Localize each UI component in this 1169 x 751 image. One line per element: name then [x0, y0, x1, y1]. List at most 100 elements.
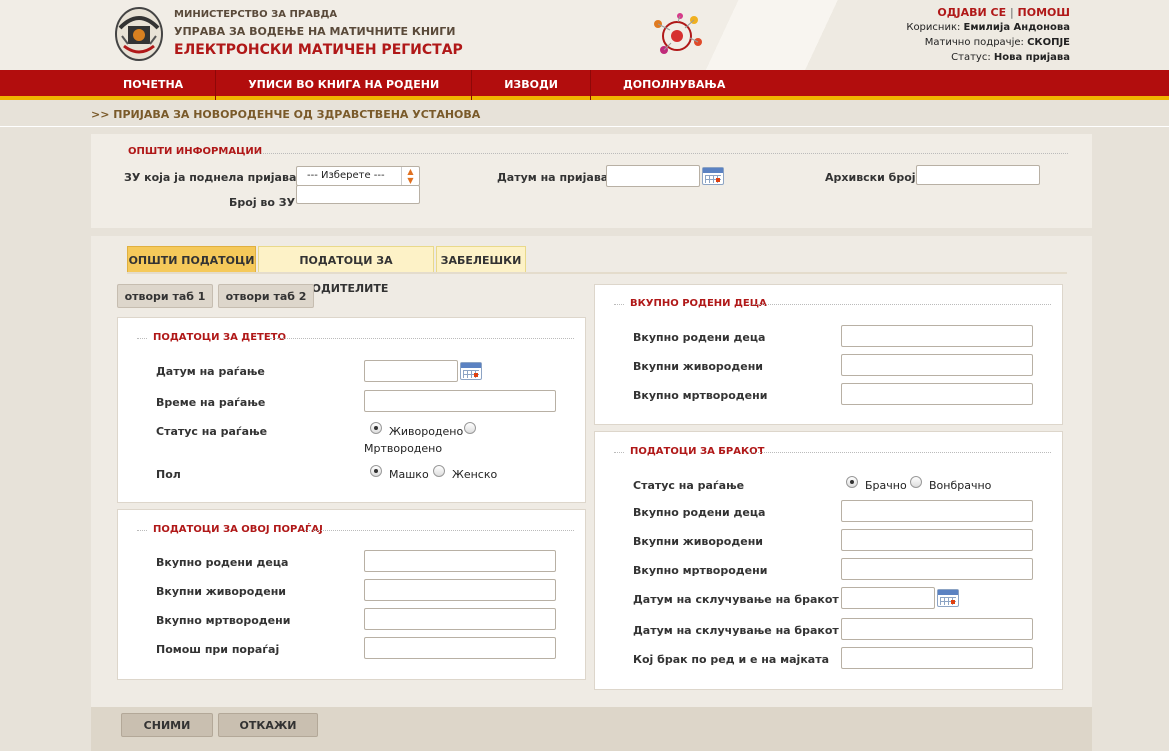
nav-item-extracts[interactable]: ИЗВОДИ [472, 70, 591, 100]
totals-dead-label: Вкупно мртвородени [633, 389, 768, 402]
user-info: Корисник: Емилија Андонова [906, 22, 1070, 33]
totals-alive-label: Вкупни живородени [633, 360, 764, 373]
totals-alive-input[interactable] [841, 354, 1033, 376]
application-date-label: Датум на пријава [497, 171, 609, 184]
open-tab-2-button[interactable]: отвори таб 2 [218, 284, 314, 308]
marriage-legend: ПОДАТОЦИ ЗА БРАКОТ [630, 446, 765, 457]
marriage-dead-label: Вкупно мртвородени [633, 564, 768, 577]
select-arrows-icon: ▲ ▼ [401, 167, 419, 185]
delivery-data-legend: ПОДАТОЦИ ЗА ОВОЈ ПОРАЃАЈ [153, 524, 323, 535]
stillborn-label: Мртвородено [364, 442, 443, 455]
delivery-alive-input[interactable] [364, 579, 556, 601]
marriage-birth-status-label: Статус на раѓање [633, 479, 745, 492]
coat-of-arms-icon [115, 7, 163, 61]
delivery-legend-rule-left [137, 530, 147, 531]
marriage-total-input[interactable] [841, 500, 1033, 522]
general-info-rule [256, 153, 1068, 154]
stillborn-radio[interactable] [464, 422, 476, 434]
nav-item-home[interactable]: ПОЧЕТНА [91, 70, 217, 100]
save-button[interactable]: СНИМИ [121, 713, 213, 737]
application-date-input[interactable] [606, 165, 700, 187]
marriage-order-label: Кој брак по ред и е на мајката [633, 653, 830, 666]
delivery-dead-label: Вкупно мртвородени [156, 614, 291, 627]
breadcrumb-divider [0, 126, 1169, 127]
extramarital-label: Вонбрачно [929, 479, 992, 492]
delivery-total-input[interactable] [364, 550, 556, 572]
marriage-total-label: Вкупно родени деца [633, 506, 766, 519]
marriage-date-input[interactable] [841, 587, 935, 609]
logout-link[interactable]: ОДЈАВИ СЕ [937, 6, 1006, 19]
male-radio[interactable] [370, 465, 382, 477]
area-label: Матично подрачје: [924, 37, 1024, 48]
marriage-date2-label: Датум на склучување на бракот [633, 624, 839, 637]
tab-underline [127, 272, 1067, 274]
birth-date-label: Датум на раѓање [156, 365, 265, 378]
totals-total-input[interactable] [841, 325, 1033, 347]
marital-label: Брачно [865, 479, 907, 492]
marriage-legend-rule-right [748, 452, 1051, 453]
birth-time-input[interactable] [364, 390, 556, 412]
delivery-legend-rule-right [304, 530, 574, 531]
birth-status-label: Статус на раѓање [156, 425, 268, 438]
cancel-button[interactable]: ОТКАЖИ [218, 713, 318, 737]
female-radio[interactable] [433, 465, 445, 477]
male-label: Машко [389, 468, 429, 481]
marriage-date2-input[interactable] [841, 618, 1033, 640]
archive-number-label: Архивски број [825, 171, 916, 184]
marriage-legend-rule-left [614, 452, 624, 453]
open-tab-1-button[interactable]: отвори таб 1 [117, 284, 213, 308]
breadcrumb: >> ПРИЈАВА ЗА НОВОРОДЕНЧЕ ОД ЗДРАВСТВЕНА… [91, 108, 481, 121]
marriage-order-input[interactable] [841, 647, 1033, 669]
zu-label: ЗУ која ја поднела пријавата [124, 171, 311, 184]
child-legend-rule-left [137, 338, 147, 339]
calendar-icon[interactable] [702, 167, 724, 185]
status-value: Нова пријава [993, 52, 1070, 63]
sex-label: Пол [156, 468, 181, 481]
child-legend-rule-right [270, 338, 574, 339]
header-decoration [540, 0, 1169, 70]
marriage-date-label: Датум на склучување на бракот [633, 593, 839, 606]
delivery-help-input[interactable] [364, 637, 556, 659]
registry-emblem-icon [654, 13, 702, 54]
delivery-dead-input[interactable] [364, 608, 556, 630]
tab-general-data[interactable]: ОПШТИ ПОДАТОЦИ [127, 246, 256, 274]
calendar-icon[interactable] [937, 589, 959, 607]
delivery-alive-label: Вкупни живородени [156, 585, 287, 598]
delivery-help-label: Помош при пораѓај [156, 643, 280, 656]
zu-select[interactable]: --- Изберете --- ▲ ▼ [296, 166, 420, 186]
status-label: Статус: [951, 52, 991, 63]
alive-label: Живородено [389, 425, 464, 438]
nav-item-birth-book[interactable]: УПИСИ ВО КНИГА НА РОДЕНИ [216, 70, 473, 100]
zu-number-label: Број во ЗУ [229, 196, 296, 209]
extramarital-radio[interactable] [910, 476, 922, 488]
ministry-name: МИНИСТЕРСТВО ЗА ПРАВДА [174, 9, 338, 20]
user-value: Емилија Андонова [963, 22, 1070, 33]
archive-number-input[interactable] [916, 165, 1040, 185]
female-label: Женско [452, 468, 498, 481]
zu-number-input[interactable] [296, 185, 420, 204]
child-data-legend: ПОДАТОЦИ ЗА ДЕТЕТО [153, 332, 287, 343]
tab-notes[interactable]: ЗАБЕЛЕШКИ [436, 246, 526, 274]
birth-time-label: Време на раѓање [156, 396, 266, 409]
marriage-dead-input[interactable] [841, 558, 1033, 580]
help-link[interactable]: ПОМОШ [1018, 6, 1070, 19]
calendar-icon[interactable] [460, 362, 482, 380]
tab-parents-data[interactable]: ПОДАТОЦИ ЗА РОДИТЕЛИТЕ [258, 246, 434, 295]
status-info: Статус: Нова пријава [951, 52, 1070, 63]
marriage-alive-input[interactable] [841, 529, 1033, 551]
totals-legend-rule-right [749, 304, 1051, 305]
alive-radio[interactable] [370, 422, 382, 434]
top-links: ОДЈАВИ СЕ | ПОМОШ [937, 6, 1070, 19]
marriage-alive-label: Вкупни живородени [633, 535, 764, 548]
main-nav: ПОЧЕТНА УПИСИ ВО КНИГА НА РОДЕНИ ИЗВОДИ … [0, 70, 1169, 100]
user-label: Корисник: [906, 22, 961, 33]
area-info: Матично подрачје: СКОПЈЕ [925, 37, 1070, 48]
area-value: СКОПЈЕ [1027, 37, 1070, 48]
office-name: УПРАВА ЗА ВОДЕЊЕ НА МАТИЧНИТЕ КНИГИ [174, 25, 456, 38]
nav-item-supplements[interactable]: ДОПОЛНУВАЊА [591, 70, 757, 100]
totals-legend-rule-left [614, 304, 624, 305]
delivery-total-label: Вкупно родени деца [156, 556, 289, 569]
totals-dead-input[interactable] [841, 383, 1033, 405]
marital-radio[interactable] [846, 476, 858, 488]
birth-date-input[interactable] [364, 360, 458, 382]
